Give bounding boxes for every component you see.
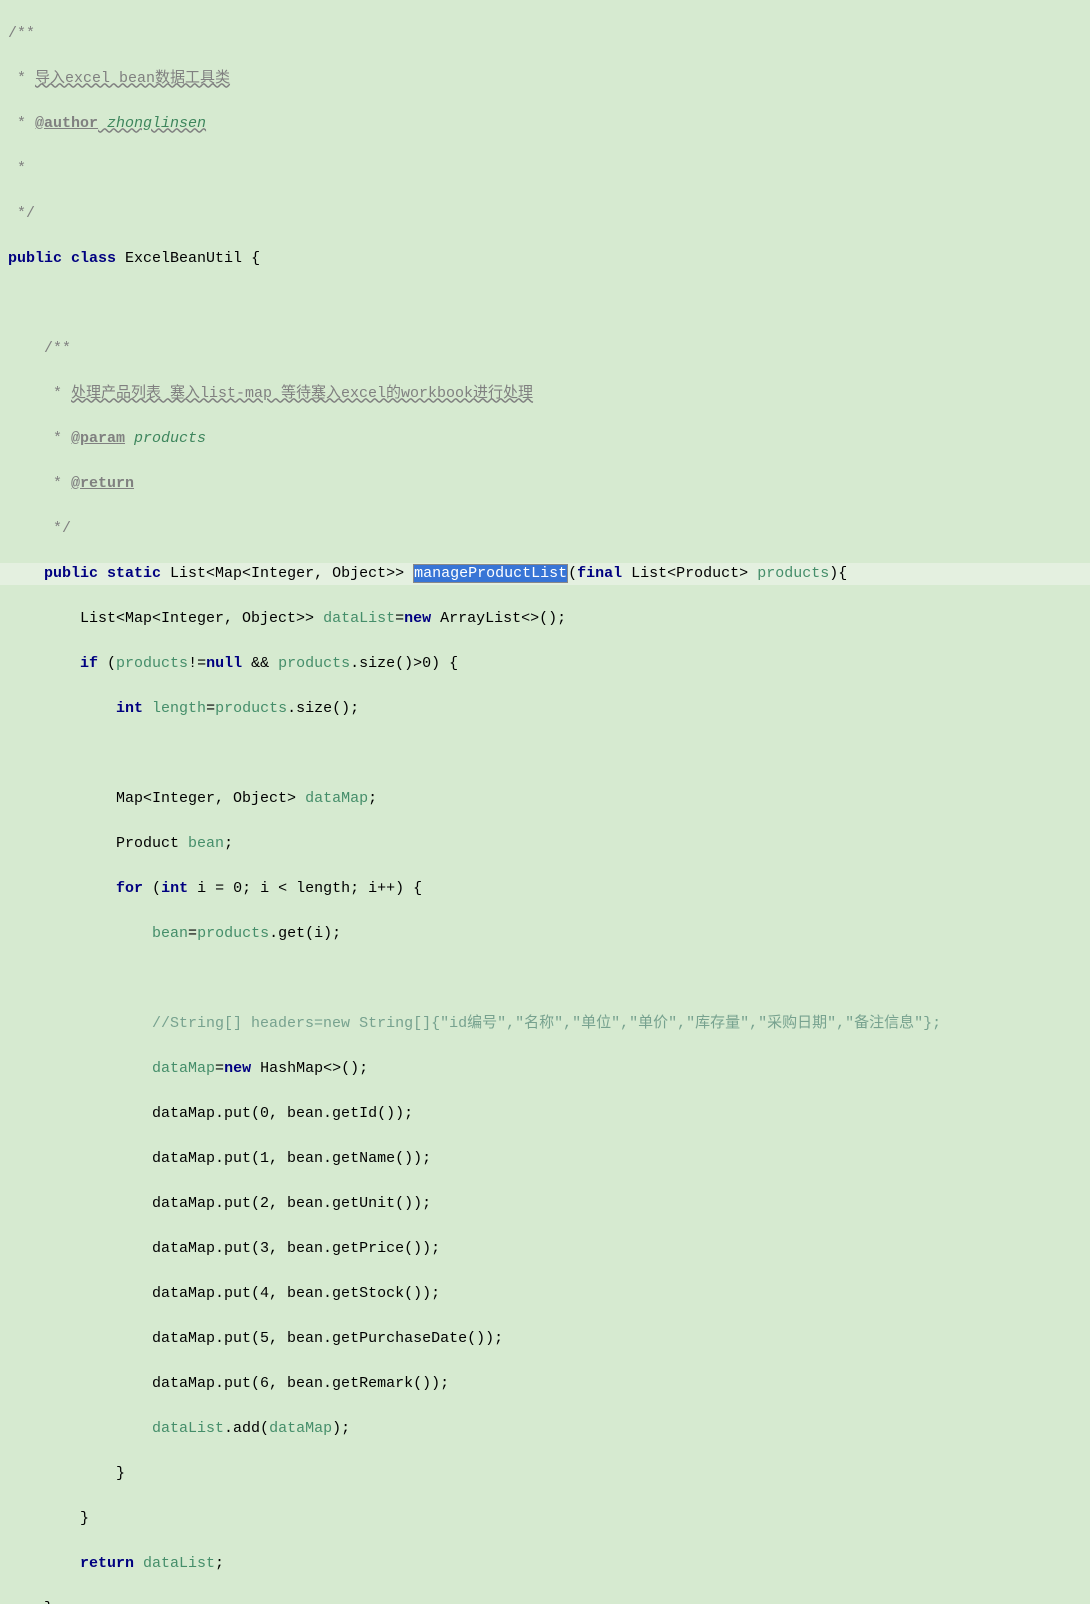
param-name: products	[757, 565, 829, 582]
keyword-for: for	[116, 880, 152, 897]
code-line	[0, 293, 1090, 316]
code-line: public class ExcelBeanUtil {	[0, 248, 1090, 271]
code-line: dataMap.put(4, bean.getStock());	[0, 1283, 1090, 1306]
keyword-class: class	[71, 250, 125, 267]
keyword-new: new	[404, 610, 440, 627]
commented-code: //String[] headers=new String[]{"id编号","…	[152, 1015, 941, 1032]
code-line: //String[] headers=new String[]{"id编号","…	[0, 1013, 1090, 1036]
code-line: if (products!=null && products.size()>0)…	[0, 653, 1090, 676]
keyword-int: int	[116, 700, 152, 717]
keyword-return: return	[80, 1555, 143, 1572]
javadoc-tag: @param	[71, 430, 125, 447]
keyword-public: public	[8, 250, 71, 267]
code-line: * @return	[0, 473, 1090, 496]
code-line: for (int i = 0; i < length; i++) {	[0, 878, 1090, 901]
code-line: /**	[0, 338, 1090, 361]
keyword-new: new	[224, 1060, 260, 1077]
code-line	[0, 968, 1090, 991]
comment-text: /**	[8, 25, 35, 42]
keyword-if: if	[80, 655, 107, 672]
variable: dataList	[323, 610, 395, 627]
code-line: }	[0, 1508, 1090, 1531]
code-line: Map<Integer, Object> dataMap;	[0, 788, 1090, 811]
code-line: * 处理产品列表 塞入list-map 等待塞入excel的workbook进行…	[0, 383, 1090, 406]
code-line: /**	[0, 23, 1090, 46]
keyword-static: static	[107, 565, 170, 582]
code-line: */	[0, 203, 1090, 226]
code-line: List<Map<Integer, Object>> dataList=new …	[0, 608, 1090, 631]
code-line: * @author zhonglinsen	[0, 113, 1090, 136]
code-line: dataMap=new HashMap<>();	[0, 1058, 1090, 1081]
code-line: * 导入excel bean数据工具类	[0, 68, 1090, 91]
code-line: * @param products	[0, 428, 1090, 451]
comment-text: 处理产品列表 塞入list-map 等待塞入excel的workbook进行处理	[71, 385, 533, 402]
keyword-final: final	[577, 565, 631, 582]
code-line: dataMap.put(1, bean.getName());	[0, 1148, 1090, 1171]
code-line: bean=products.get(i);	[0, 923, 1090, 946]
code-line: dataMap.put(6, bean.getRemark());	[0, 1373, 1090, 1396]
code-line: dataMap.put(3, bean.getPrice());	[0, 1238, 1090, 1261]
javadoc-tag: @return	[71, 475, 134, 492]
code-editor[interactable]: /** * 导入excel bean数据工具类 * @author zhongl…	[0, 0, 1090, 1604]
code-line: dataMap.put(0, bean.getId());	[0, 1103, 1090, 1126]
code-line	[0, 743, 1090, 766]
code-line: }	[0, 1598, 1090, 1604]
code-line: return dataList;	[0, 1553, 1090, 1576]
keyword-public: public	[44, 565, 107, 582]
comment-text: 导入excel bean数据工具类	[35, 70, 230, 87]
code-line: }	[0, 1463, 1090, 1486]
class-name: ExcelBeanUtil	[125, 250, 251, 267]
code-line: dataMap.put(2, bean.getUnit());	[0, 1193, 1090, 1216]
keyword-int: int	[161, 880, 197, 897]
keyword-null: null	[206, 655, 251, 672]
javadoc-value: products	[125, 430, 206, 447]
code-line: dataList.add(dataMap);	[0, 1418, 1090, 1441]
code-line: *	[0, 158, 1090, 181]
code-line: */	[0, 518, 1090, 541]
method-name-selected[interactable]: manageProductList	[413, 564, 568, 583]
javadoc-tag: @author	[35, 115, 98, 132]
code-line-highlighted: public static List<Map<Integer, Object>>…	[0, 563, 1090, 586]
javadoc-value: zhonglinsen	[98, 115, 206, 132]
code-line: Product bean;	[0, 833, 1090, 856]
code-line: dataMap.put(5, bean.getPurchaseDate());	[0, 1328, 1090, 1351]
code-line: int length=products.size();	[0, 698, 1090, 721]
